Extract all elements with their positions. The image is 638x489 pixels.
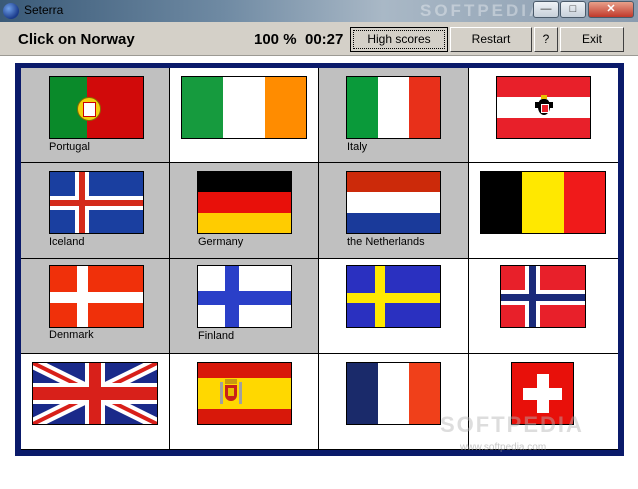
flag-cell-finland[interactable]: Finland bbox=[170, 259, 318, 353]
flag-label: Italy bbox=[347, 141, 368, 153]
score-percent: 100 % bbox=[254, 31, 297, 48]
flag-belgium[interactable] bbox=[480, 171, 606, 234]
flag-cell-ireland[interactable] bbox=[170, 68, 318, 162]
flag-cell-germany[interactable]: Germany bbox=[170, 163, 318, 258]
flag-cell-norway[interactable] bbox=[469, 259, 618, 353]
maximize-button[interactable]: □ bbox=[560, 1, 586, 18]
flag-cell-iceland[interactable]: Iceland bbox=[21, 163, 169, 258]
flag-grid: Portugal Italy Iceland Germany the Nethe… bbox=[21, 68, 618, 450]
question-prompt: Click on Norway bbox=[18, 31, 135, 48]
flag-spain[interactable] bbox=[197, 362, 292, 425]
flag-cell-netherlands[interactable]: the Netherlands bbox=[319, 163, 468, 258]
flag-cell-spain[interactable] bbox=[170, 354, 318, 449]
globe-icon bbox=[3, 3, 19, 19]
softpedia-url-watermark: www.softpedia.com bbox=[460, 442, 547, 453]
flag-label: Iceland bbox=[49, 236, 85, 248]
flag-label: the Netherlands bbox=[347, 236, 425, 248]
flag-united-kingdom[interactable] bbox=[32, 362, 158, 425]
help-button[interactable]: ? bbox=[534, 27, 558, 52]
flag-norway[interactable] bbox=[500, 265, 586, 328]
flag-france[interactable] bbox=[346, 362, 441, 425]
flag-austria[interactable] bbox=[496, 76, 591, 139]
title-watermark: SOFTPEDIA bbox=[420, 1, 545, 20]
flag-netherlands[interactable] bbox=[346, 171, 441, 234]
flag-cell-austria[interactable] bbox=[469, 68, 618, 162]
portugal-coat-of-arms-icon bbox=[77, 97, 101, 121]
close-button[interactable]: ✕ bbox=[588, 1, 634, 18]
flag-denmark[interactable] bbox=[49, 265, 144, 328]
flag-cell-united-kingdom[interactable] bbox=[21, 354, 169, 449]
title-bar: Seterra SOFTPEDIA — □ ✕ bbox=[0, 0, 638, 22]
restart-button[interactable]: Restart bbox=[450, 27, 532, 52]
flag-ireland[interactable] bbox=[181, 76, 307, 139]
flag-label: Finland bbox=[198, 330, 235, 342]
austria-eagle-icon bbox=[535, 94, 553, 120]
flag-cell-denmark[interactable]: Denmark bbox=[21, 259, 169, 353]
flag-label: Germany bbox=[198, 236, 244, 248]
toolbar: Click on Norway 100 % 00:27 High scores … bbox=[0, 22, 638, 56]
flag-label: Denmark bbox=[49, 329, 94, 341]
minimize-button[interactable]: — bbox=[533, 1, 559, 18]
flag-cell-sweden[interactable] bbox=[319, 259, 468, 353]
softpedia-watermark: SOFTPEDIA bbox=[440, 412, 584, 437]
window-title: Seterra bbox=[24, 3, 64, 17]
flag-cell-belgium[interactable] bbox=[469, 163, 618, 258]
union-jack-icon bbox=[33, 363, 157, 424]
flag-finland[interactable] bbox=[197, 265, 292, 328]
spain-coat-of-arms-icon bbox=[220, 379, 242, 407]
flag-germany[interactable] bbox=[197, 171, 292, 234]
flag-cell-italy[interactable]: Italy bbox=[319, 68, 468, 162]
flag-label: Portugal bbox=[49, 141, 90, 153]
flag-cell-portugal[interactable]: Portugal bbox=[21, 68, 169, 162]
exit-button[interactable]: Exit bbox=[560, 27, 624, 52]
flag-portugal[interactable] bbox=[49, 76, 144, 139]
high-scores-button[interactable]: High scores bbox=[350, 27, 448, 52]
flag-iceland[interactable] bbox=[49, 171, 144, 234]
timer: 00:27 bbox=[305, 31, 344, 48]
flag-italy[interactable] bbox=[346, 76, 441, 139]
flag-sweden[interactable] bbox=[346, 265, 441, 328]
